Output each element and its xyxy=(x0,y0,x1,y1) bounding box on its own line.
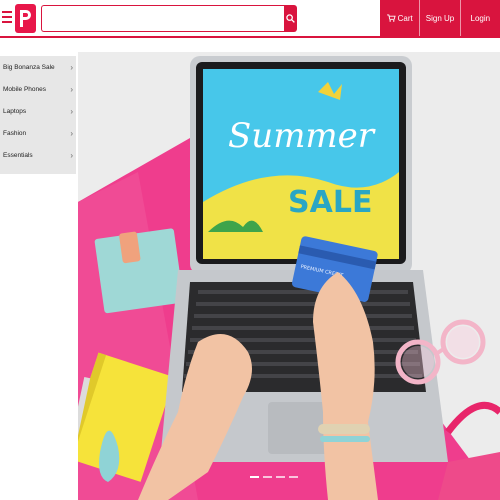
sidebar-item-label: Fashion xyxy=(3,130,27,137)
carousel-dot[interactable] xyxy=(276,476,285,478)
search-input[interactable] xyxy=(41,5,284,32)
carousel-indicators xyxy=(250,476,298,478)
sidebar-item-mobile-phones[interactable]: Mobile Phones › xyxy=(0,83,76,105)
cart-button[interactable]: Cart xyxy=(380,0,419,36)
chevron-right-icon: › xyxy=(70,85,73,94)
sign-up-button[interactable]: Sign Up xyxy=(419,0,459,36)
sidebar-item-label: Laptops xyxy=(3,108,27,115)
header-nav: Cart Sign Up Login xyxy=(380,0,500,36)
chevron-right-icon: › xyxy=(70,63,73,72)
cart-icon xyxy=(386,14,396,22)
sidebar-item-essentials[interactable]: Essentials › xyxy=(0,149,76,171)
chevron-right-icon: › xyxy=(70,129,73,138)
sidebar-item-label: Mobile Phones xyxy=(3,86,46,93)
carousel-dot[interactable] xyxy=(263,476,272,478)
category-sidebar: Big Bonanza Sale › Mobile Phones › Lapto… xyxy=(0,56,76,174)
hamburger-menu-icon[interactable] xyxy=(2,11,12,25)
brand-p-logo-icon xyxy=(20,10,31,27)
hero-banner[interactable]: Summer SALE PREMIUM CREDIT xyxy=(78,52,500,500)
carousel-dot[interactable] xyxy=(289,476,298,478)
summer-sale-banner-image: Summer SALE PREMIUM CREDIT xyxy=(78,52,500,500)
chevron-right-icon: › xyxy=(70,107,73,116)
sidebar-item-label: Essentials xyxy=(3,152,33,159)
chevron-right-icon: › xyxy=(70,151,73,160)
carousel-dot[interactable] xyxy=(250,476,259,478)
cart-label: Cart xyxy=(397,13,413,23)
sidebar-item-big-bonanza-sale[interactable]: Big Bonanza Sale › xyxy=(0,61,76,83)
login-button[interactable]: Login xyxy=(459,0,500,36)
search-button[interactable] xyxy=(284,5,297,32)
search-icon xyxy=(286,14,295,23)
sidebar-item-fashion[interactable]: Fashion › xyxy=(0,127,76,149)
screen-subtitle: SALE xyxy=(288,185,372,220)
top-header: Cart Sign Up Login xyxy=(0,0,500,38)
login-label: Login xyxy=(470,13,491,23)
sidebar-item-label: Big Bonanza Sale xyxy=(3,64,55,71)
screen-title: Summer xyxy=(228,116,376,156)
sidebar-item-laptops[interactable]: Laptops › xyxy=(0,105,76,127)
brand-logo[interactable] xyxy=(15,4,36,33)
sign-up-label: Sign Up xyxy=(425,13,455,23)
